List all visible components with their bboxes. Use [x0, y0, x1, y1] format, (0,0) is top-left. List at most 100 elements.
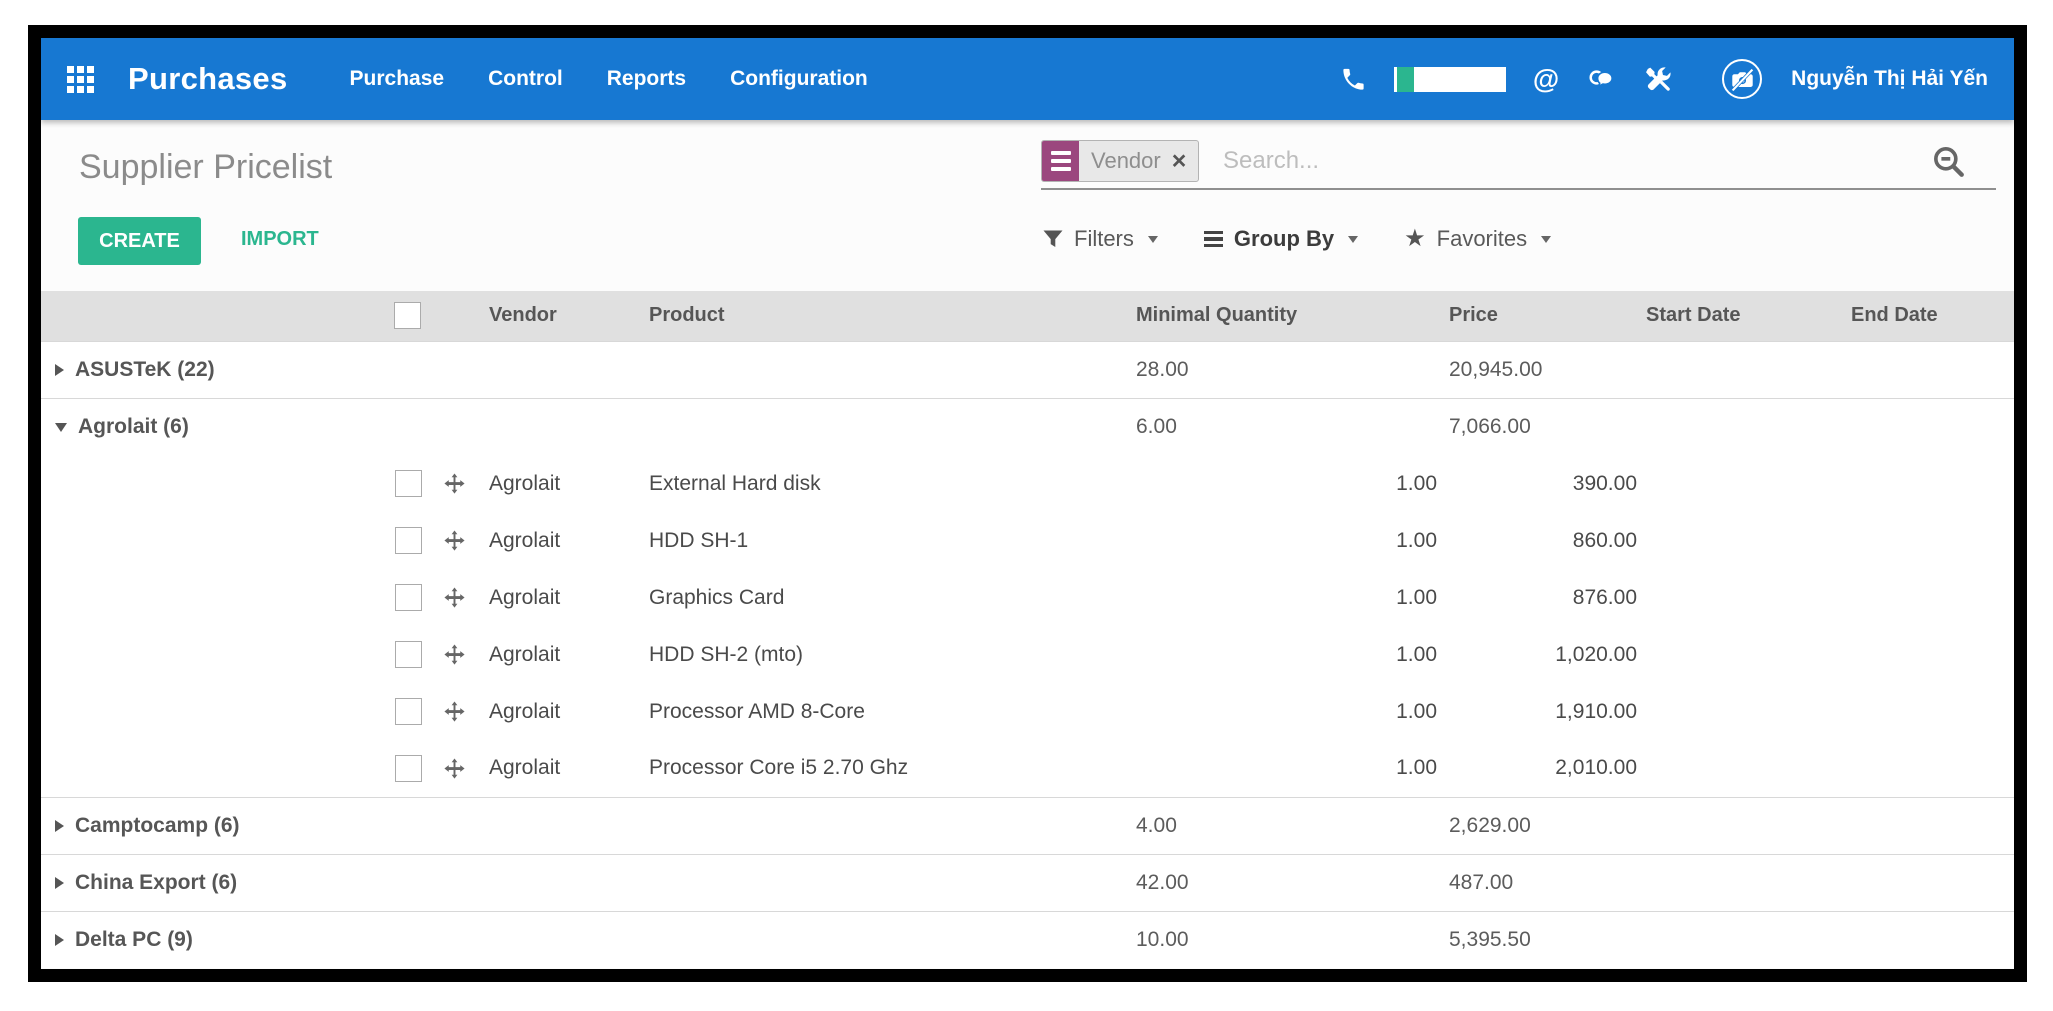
menu-purchase[interactable]: Purchase: [350, 67, 445, 91]
row-checkbox-cell: [394, 512, 440, 569]
pricelist-row[interactable]: AgrolaitHDD SH-11.00860.00: [41, 512, 2014, 569]
row-drag-handle-cell[interactable]: [440, 626, 481, 683]
row-vendor: Agrolait: [481, 626, 641, 683]
user-avatar[interactable]: [1722, 59, 1762, 99]
group-label-cell: China Export (6): [41, 854, 1126, 911]
row-product: Processor Core i5 2.70 Ghz: [641, 740, 1126, 797]
search-bar[interactable]: Vendor × Search...: [1041, 136, 1996, 190]
menu-configuration[interactable]: Configuration: [730, 67, 868, 91]
group-label: Delta PC (9): [75, 928, 193, 951]
group-label-cell: Agrolait (6): [41, 398, 1126, 455]
row-drag-handle-cell[interactable]: [440, 512, 481, 569]
row-vendor: Agrolait: [481, 455, 641, 512]
drag-handle-icon: [443, 529, 466, 552]
row-product: External Hard disk: [641, 455, 1126, 512]
header-minimal-quantity[interactable]: Minimal Quantity: [1126, 291, 1441, 341]
pricelist-row[interactable]: AgrolaitGraphics Card1.00876.00: [41, 569, 2014, 626]
row-product: Processor AMD 8-Core: [641, 683, 1126, 740]
drag-handle-icon: [443, 700, 466, 723]
header-end-date[interactable]: End Date: [1846, 291, 2014, 341]
apps-grid-icon[interactable]: [67, 66, 94, 93]
row-indent-cell: [41, 455, 394, 512]
chevron-down-icon: [1348, 236, 1358, 243]
row-drag-handle-cell[interactable]: [440, 740, 481, 797]
row-checkbox[interactable]: [395, 527, 422, 554]
menu-control[interactable]: Control: [488, 67, 563, 91]
star-icon: ★: [1404, 227, 1426, 251]
collapse-arrow-icon[interactable]: [55, 423, 67, 432]
pricelist-row[interactable]: AgrolaitHDD SH-2 (mto)1.001,020.00: [41, 626, 2014, 683]
expand-arrow-icon[interactable]: [55, 364, 64, 376]
row-drag-handle-cell[interactable]: [440, 455, 481, 512]
phone-icon[interactable]: [1340, 66, 1367, 93]
group-min-qty-total: 42.00: [1126, 854, 1441, 911]
timer-progress-widget[interactable]: [1394, 67, 1506, 92]
app-title[interactable]: Purchases: [128, 61, 288, 97]
mentions-at-icon[interactable]: @: [1533, 66, 1559, 93]
app-content: Purchases Purchase Control Reports Confi…: [41, 38, 2014, 969]
row-drag-handle-cell[interactable]: [440, 683, 481, 740]
search-facet-vendor[interactable]: Vendor ×: [1041, 140, 1199, 182]
row-checkbox[interactable]: [395, 584, 422, 611]
expand-arrow-icon[interactable]: [55, 820, 64, 832]
header-product[interactable]: Product: [641, 291, 1126, 341]
create-button[interactable]: CREATE: [78, 217, 201, 265]
group-row[interactable]: ASUSTeK (22)28.0020,945.00: [41, 341, 2014, 398]
header-price[interactable]: Price: [1441, 291, 1641, 341]
row-product: HDD SH-1: [641, 512, 1126, 569]
pricelist-row[interactable]: AgrolaitExternal Hard disk1.00390.00: [41, 455, 2014, 512]
group-min-qty-total: 4.00: [1126, 797, 1441, 854]
user-name[interactable]: Nguyễn Thị Hải Yến: [1791, 67, 1988, 91]
row-checkbox-cell: [394, 569, 440, 626]
group-price-total: 2,629.00: [1441, 797, 1641, 854]
header-vendor[interactable]: Vendor: [481, 291, 641, 341]
tools-icon[interactable]: [1644, 65, 1673, 94]
table-header-row: Vendor Product Minimal Quantity Price St…: [41, 291, 2014, 341]
favorites-dropdown[interactable]: ★ Favorites: [1404, 226, 1551, 252]
pricelist-row[interactable]: AgrolaitProcessor AMD 8-Core1.001,910.00: [41, 683, 2014, 740]
import-button[interactable]: IMPORT: [235, 227, 325, 252]
row-checkbox[interactable]: [395, 755, 422, 782]
filters-dropdown[interactable]: Filters: [1043, 226, 1158, 252]
row-checkbox-cell: [394, 455, 440, 512]
group-row[interactable]: Camptocamp (6)4.002,629.00: [41, 797, 2014, 854]
group-start-date-cell: [1641, 398, 1846, 455]
facet-remove-icon[interactable]: ×: [1172, 149, 1187, 174]
row-vendor: Agrolait: [481, 683, 641, 740]
row-checkbox[interactable]: [395, 641, 422, 668]
group-row[interactable]: China Export (6)42.00487.00: [41, 854, 2014, 911]
expand-arrow-icon[interactable]: [55, 877, 64, 889]
row-checkbox[interactable]: [395, 698, 422, 725]
row-product: Graphics Card: [641, 569, 1126, 626]
pricelist-row[interactable]: AgrolaitProcessor Core i5 2.70 Ghz1.002,…: [41, 740, 2014, 797]
row-drag-handle-cell[interactable]: [440, 569, 481, 626]
group-by-dropdown[interactable]: Group By: [1204, 226, 1358, 252]
search-zoom-out-icon[interactable]: [1930, 143, 1968, 186]
select-all-checkbox[interactable]: [394, 302, 421, 329]
row-indent-cell: [41, 683, 394, 740]
drag-handle-icon: [443, 643, 466, 666]
row-min-qty: 1.00: [1126, 740, 1441, 797]
group-label: Agrolait (6): [78, 415, 189, 438]
header-start-date[interactable]: Start Date: [1641, 291, 1846, 341]
select-all-checkbox-cell: [394, 291, 440, 341]
row-vendor: Agrolait: [481, 740, 641, 797]
row-end-date: [1846, 512, 2014, 569]
expand-arrow-icon[interactable]: [55, 934, 64, 946]
row-end-date: [1846, 626, 2014, 683]
top-navbar: Purchases Purchase Control Reports Confi…: [41, 38, 2014, 120]
row-checkbox[interactable]: [395, 470, 422, 497]
row-price: 390.00: [1441, 455, 1641, 512]
row-price: 1,020.00: [1441, 626, 1641, 683]
group-row[interactable]: Delta PC (9)10.005,395.50: [41, 911, 2014, 968]
menu-reports[interactable]: Reports: [607, 67, 686, 91]
row-price: 876.00: [1441, 569, 1641, 626]
page-title: Supplier Pricelist: [79, 148, 332, 187]
row-min-qty: 1.00: [1126, 626, 1441, 683]
drag-handle-icon: [443, 757, 466, 780]
row-end-date: [1846, 455, 2014, 512]
group-row[interactable]: Agrolait (6)6.007,066.00: [41, 398, 2014, 455]
row-product: HDD SH-2 (mto): [641, 626, 1126, 683]
chat-bubbles-icon[interactable]: [1586, 66, 1617, 93]
search-input[interactable]: Search...: [1223, 147, 1319, 175]
